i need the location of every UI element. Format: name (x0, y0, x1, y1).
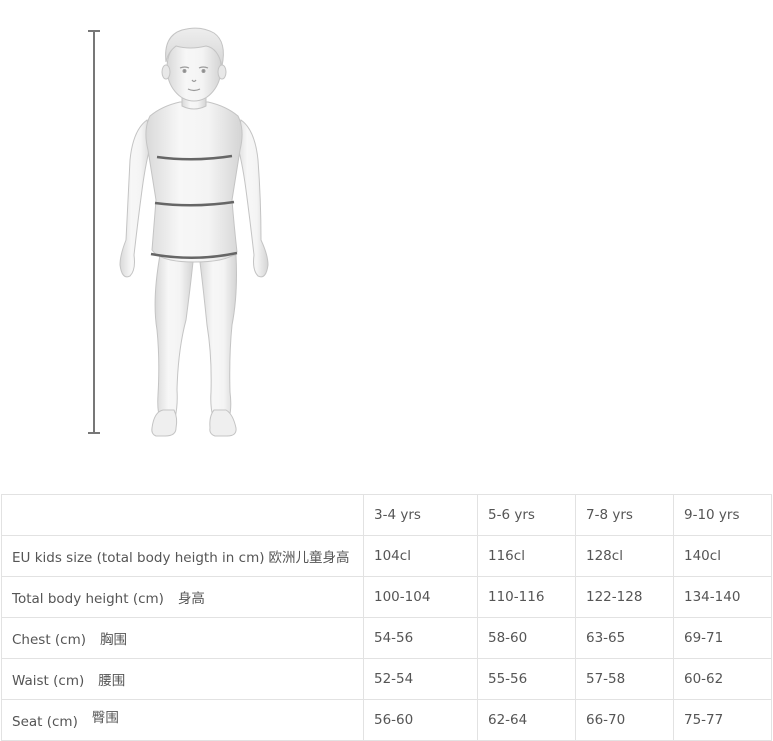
row-label: EU kids size (total body heigth in cm) 欧洲… (1, 535, 364, 577)
header-cell: 3-4 yrs (363, 494, 478, 536)
table-cell: 69-71 (673, 617, 772, 659)
row-label-en: Chest (cm) (12, 632, 87, 648)
header-cell: 5-6 yrs (477, 494, 576, 536)
row-label-en: Total body height (cm) (12, 591, 164, 607)
table-cell: 58-60 (477, 617, 576, 659)
row-label: Total body height (cm) 身高 (1, 576, 364, 618)
table-cell: 75-77 (673, 699, 772, 741)
row-label-cn: 腰围 (98, 673, 126, 689)
row-label: Waist (cm) 腰围 (1, 658, 364, 700)
table-cell: 57-58 (575, 658, 674, 700)
row-label: Seat (cm) 臀围 (1, 699, 364, 741)
size-table: 3-4 yrs 5-6 yrs 7-8 yrs 9-10 yrs EU kids… (1, 494, 772, 741)
table-cell: 52-54 (363, 658, 478, 700)
table-row: EU kids size (total body heigth in cm) 欧洲… (1, 535, 772, 577)
child-body (119, 27, 269, 437)
header-cell (1, 494, 364, 536)
table-cell: 104cl (363, 535, 478, 577)
row-label-en: EU kids size (total body heigth in cm) (12, 550, 265, 566)
child-measurement-figure (0, 0, 773, 470)
table-cell: 100-104 (363, 576, 478, 618)
header-cell: 9-10 yrs (673, 494, 772, 536)
table-cell: 56-60 (363, 699, 478, 741)
table-row: Waist (cm) 腰围 52-54 55-56 57-58 60-62 (1, 658, 772, 700)
table-cell: 134-140 (673, 576, 772, 618)
table-row: Chest (cm) 胸围 54-56 58-60 63-65 69-71 (1, 617, 772, 659)
height-ruler (88, 30, 100, 434)
table-cell: 55-56 (477, 658, 576, 700)
table-cell: 116cl (477, 535, 576, 577)
table-header-row: 3-4 yrs 5-6 yrs 7-8 yrs 9-10 yrs (1, 494, 772, 536)
row-label-cn: 胸围 (100, 632, 128, 648)
table-row: Seat (cm) 臀围 56-60 62-64 66-70 75-77 (1, 699, 772, 741)
row-label-cn: 臀围 (91, 710, 119, 726)
row-label-en: Waist (cm) (12, 673, 85, 689)
table-cell: 63-65 (575, 617, 674, 659)
table-cell: 60-62 (673, 658, 772, 700)
table-cell: 110-116 (477, 576, 576, 618)
row-label-cn: 欧洲儿童身高 (268, 550, 350, 566)
table-cell: 62-64 (477, 699, 576, 741)
table-cell: 128cl (575, 535, 674, 577)
header-cell: 7-8 yrs (575, 494, 674, 536)
table-cell: 140cl (673, 535, 772, 577)
row-label-en: Seat (cm) (12, 714, 78, 730)
row-label: Chest (cm) 胸围 (1, 617, 364, 659)
row-label-cn: 身高 (177, 591, 205, 607)
table-cell: 54-56 (363, 617, 478, 659)
table-row: Total body height (cm) 身高 100-104 110-116… (1, 576, 772, 618)
table-cell: 122-128 (575, 576, 674, 618)
child-figure-illustration (88, 27, 269, 437)
table-cell: 66-70 (575, 699, 674, 741)
